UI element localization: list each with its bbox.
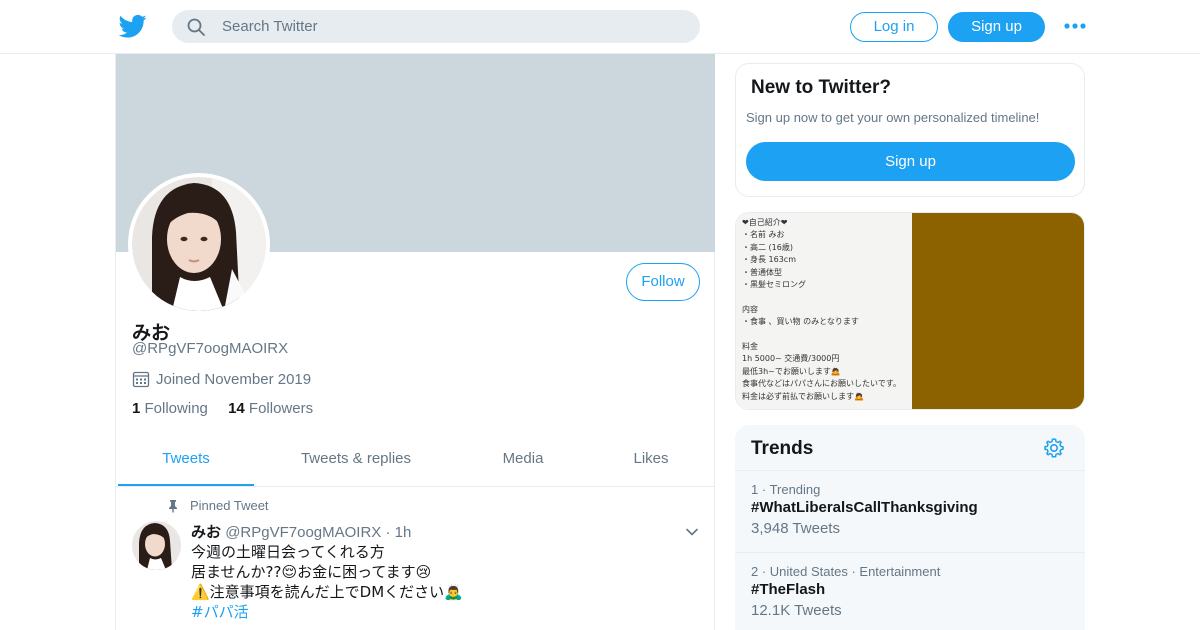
tweet-author-name[interactable]: みお [191,523,221,541]
media-line: ・普通体型 [742,267,782,277]
followers-label: Followers [248,400,314,417]
followers-count: 14 [228,400,245,417]
chevron-down-icon[interactable] [684,524,700,540]
media-preview-card[interactable]: ❤自己紹介❤ ・名前 みお ・高二 (16歳) ・身長 163cm ・普通体型 … [735,212,1085,410]
following-count: 1 [132,400,141,417]
joined-text: Joined November 2019 [156,370,312,388]
profile-handle: @RPgVF7oogMAOIRX [132,340,289,357]
pinned-text: Pinned Tweet [190,498,269,513]
tweet-hashtag-link[interactable]: #パパ活 [191,602,463,622]
trend-item[interactable]: 2 · United States · Entertainment #TheFl… [751,564,1071,622]
tweet-text: 今週の土曜日会ってくれる方 居ませんか??😌お金に困ってます😢 ⚠️注意事項を読… [191,542,463,622]
tweet-author-handle[interactable]: @RPgVF7oogMAOIRX [225,524,381,541]
profile-column: Follow みお @RPgVF7oogMAOIRX Joined Novemb… [115,54,715,630]
sidebar-signup-button[interactable]: Sign up [746,142,1075,181]
tweet-line: 今週の土曜日会ってくれる方 [191,543,385,561]
trend-count: 12.1K Tweets [751,602,842,619]
tab-media[interactable]: Media [476,436,570,486]
media-line: 内容 [742,304,758,314]
new-to-twitter-card: New to Twitter? Sign up now to get your … [735,63,1085,197]
media-line: 食事代などはパパさんにお願いしたいです。 [742,379,901,389]
tweet-line: 居ませんか??😌お金に困ってます😢 [191,563,432,581]
login-button[interactable]: Log in [850,12,938,42]
media-line: 料金は必ず前払でお願いします🙇 [742,391,864,401]
tab-tweets-and-replies[interactable]: Tweets & replies [276,436,436,486]
signup-button[interactable]: Sign up [948,12,1045,42]
media-line: ・黒髪セミロング [742,280,806,290]
tweet-line: ⚠️注意事項を読んだ上でDMください🙇‍♂️ [191,583,463,601]
profile-avatar[interactable] [128,173,270,315]
media-image-text: ❤自己紹介❤ ・名前 みお ・高二 (16歳) ・身長 163cm ・普通体型 … [736,213,912,409]
divider [735,470,1085,471]
pinned-tweet-label: Pinned Tweet [166,498,269,513]
trend-meta: 1 · Trending [751,482,821,497]
media-line: ❤自己紹介❤ [742,218,788,227]
media-line: 最低3h~でお願いします🙇 [742,366,841,376]
media-line: 料金 [742,342,758,352]
search-bar[interactable] [172,10,700,43]
trends-title: Trends [751,438,814,459]
media-line: 1h 5000~ 交通費/3000円 [742,354,840,364]
trend-meta: 2 · United States · Entertainment [751,564,941,579]
pin-icon [169,499,177,512]
media-line: ・名前 みお [742,230,785,240]
trend-name: #WhatLiberalsCallThanksgiving [751,499,978,516]
trend-count: 3,948 Tweets [751,520,840,537]
tweet-header: みお @RPgVF7oogMAOIRX · 1h [191,521,411,542]
following-link[interactable]: 1 Following [132,400,208,417]
tweet-time[interactable]: 1h [395,524,412,541]
search-input[interactable] [222,10,682,43]
tab-likes[interactable]: Likes [606,436,696,486]
avatar-photo [132,177,266,311]
media-line [742,329,906,341]
trend-context: United States · Entertainment [769,564,941,579]
twitter-bird-icon[interactable] [119,12,147,40]
media-line: ・高二 (16歳) [742,242,793,252]
following-label: Following [144,400,208,417]
profile-tabs: Tweets Tweets & replies Media Likes [116,436,715,487]
trend-rank: 1 [751,482,759,497]
media-line [742,291,906,303]
new-to-twitter-title: New to Twitter? [751,77,892,98]
tab-tweets[interactable]: Tweets [118,436,254,486]
media-image-solid [912,213,1084,409]
trend-name: #TheFlash [751,581,826,598]
follow-button[interactable]: Follow [626,263,700,301]
trend-context: Trending [769,482,821,497]
divider [735,552,1085,553]
media-line: ・身長 163cm [742,255,797,265]
search-icon [187,18,205,36]
more-dots-icon[interactable] [1062,18,1088,34]
gear-icon[interactable] [1043,437,1065,459]
top-navigation-bar: Log in Sign up [0,0,1200,54]
media-line: ・食事 、買い物 のみとなります [742,317,859,327]
trend-rank: 2 [751,564,759,579]
joined-date: Joined November 2019 [132,370,311,388]
tweet-separator: · [385,524,391,541]
trends-panel: Trends 1 · Trending #WhatLiberalsCallTha… [735,425,1085,630]
new-to-twitter-text: Sign up now to get your own personalized… [746,110,1040,125]
calendar-icon [132,371,150,388]
followers-link[interactable]: 14 Followers [228,400,313,417]
tweet-avatar[interactable] [132,521,181,570]
trend-item[interactable]: 1 · Trending #WhatLiberalsCallThanksgivi… [751,482,1071,540]
follow-stats: 1 Following 14 Followers [132,400,313,417]
